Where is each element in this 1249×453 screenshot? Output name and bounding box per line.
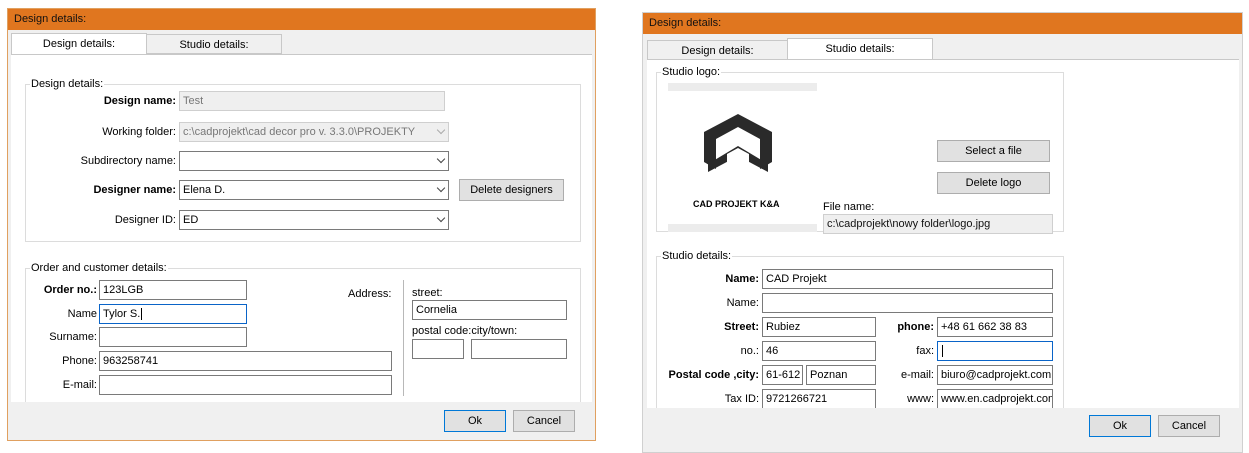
file-name-label: File name:: [823, 201, 875, 213]
select-file-button[interactable]: Select a file: [937, 140, 1050, 162]
tab-design-details[interactable]: Design details:: [647, 40, 788, 60]
designer-name-value: Elena D.: [183, 184, 226, 196]
tax-id-input[interactable]: 9721266721: [762, 389, 876, 409]
name-value: Tylor S.: [103, 308, 141, 320]
surname-input[interactable]: [99, 327, 247, 347]
street-input[interactable]: Cornelia: [412, 300, 567, 320]
chevron-down-icon: [436, 213, 446, 223]
surname-label: Surname:: [49, 331, 97, 343]
studio-name2-label: Name:: [726, 297, 759, 309]
text-cursor: [141, 308, 143, 321]
fax-input[interactable]: [937, 341, 1053, 361]
logo-bottom-bar: [668, 224, 817, 232]
postal-code-input[interactable]: 61-612: [762, 365, 803, 385]
designer-id-select[interactable]: ED: [179, 210, 449, 230]
tab-panel: Studio logo: CAD PROJEKT K&A Select a fi…: [647, 59, 1239, 410]
email-input[interactable]: [99, 375, 392, 395]
city-input[interactable]: Poznan: [806, 365, 876, 385]
ok-button[interactable]: Ok: [1089, 415, 1151, 437]
design-details-dialog-right: Design details: Design details: Studio d…: [642, 12, 1243, 453]
postal-city-label: Postal code ,city:: [668, 369, 759, 381]
tab-label: Design details:: [681, 45, 754, 57]
design-name-label: Design name:: [103, 95, 176, 107]
tab-label: Design details:: [42, 38, 116, 50]
ok-button[interactable]: Ok: [444, 410, 506, 432]
cancel-button[interactable]: Cancel: [513, 410, 575, 432]
logo-caption: CAD PROJEKT K&A: [693, 199, 780, 209]
chevron-down-icon: [436, 183, 446, 193]
name-label: Name: [67, 308, 97, 320]
www-input[interactable]: www.en.cadprojekt.com: [937, 389, 1053, 409]
street-label: street:: [412, 287, 443, 299]
email-label: E-mail:: [62, 379, 97, 391]
postal-code-input[interactable]: [412, 339, 464, 359]
email-input[interactable]: biuro@cadprojekt.com: [937, 365, 1053, 385]
chevron-down-icon: [436, 154, 446, 164]
group-label: Studio logo:: [661, 66, 722, 78]
cad-projekt-logo-icon: [704, 114, 772, 172]
chevron-down-icon: [436, 125, 446, 135]
delete-designers-button[interactable]: Delete designers: [459, 179, 564, 201]
delete-logo-button[interactable]: Delete logo: [937, 172, 1050, 194]
street-label: Street:: [724, 321, 759, 333]
order-no-input[interactable]: 123LGB: [99, 280, 247, 300]
working-folder-select[interactable]: c:\cadprojekt\cad decor pro v. 3.3.0\PRO…: [179, 122, 449, 142]
phone-label: Phone:: [62, 355, 97, 367]
designer-name-label: Designer name:: [93, 184, 176, 196]
text-cursor: [942, 345, 943, 358]
group-label: Studio details:: [661, 250, 733, 262]
tab-studio-details[interactable]: Studio details:: [146, 34, 282, 54]
tab-label: Studio details:: [825, 43, 895, 55]
window-title: Design details:: [643, 13, 1242, 34]
tab-studio-details[interactable]: Studio details:: [787, 38, 933, 60]
group-label: Order and customer details:: [30, 262, 168, 274]
subdirectory-select[interactable]: [179, 151, 449, 171]
number-input[interactable]: 46: [762, 341, 876, 361]
address-label: Address:: [348, 288, 392, 300]
studio-name-input[interactable]: CAD Projekt: [762, 269, 1053, 289]
design-name-input[interactable]: Test: [179, 91, 445, 111]
email-label: e-mail:: [900, 369, 934, 381]
tax-id-label: Tax ID:: [724, 393, 759, 405]
studio-name-label: Name:: [725, 273, 759, 285]
fax-label: fax:: [916, 345, 934, 357]
tab-panel: Design details: Design name: Test Workin…: [11, 54, 592, 405]
address-divider: [403, 280, 404, 396]
dialog-footer: Ok Cancel: [8, 402, 595, 440]
tab-label: Studio details:: [179, 39, 249, 51]
group-label: Design details:: [30, 78, 105, 90]
designer-name-select[interactable]: Elena D.: [179, 180, 449, 200]
phone-input[interactable]: +48 61 662 38 83: [937, 317, 1053, 337]
dialog-footer: Ok Cancel: [643, 408, 1242, 452]
file-name-field: c:\cadprojekt\nowy folder\logo.jpg: [823, 214, 1053, 234]
design-details-dialog-left: Design details: Design details: Studio d…: [7, 8, 596, 441]
logo-top-bar: [668, 83, 817, 91]
cancel-button[interactable]: Cancel: [1158, 415, 1220, 437]
subdirectory-label: Subdirectory name:: [80, 155, 176, 167]
postal-city-label: postal code:city/town:: [412, 325, 518, 337]
order-no-label: Order no.:: [43, 284, 97, 296]
studio-name2-input[interactable]: [762, 293, 1053, 313]
window-title: Design details:: [8, 9, 595, 30]
phone-label: phone:: [897, 321, 934, 333]
street-input[interactable]: Rubiez: [762, 317, 876, 337]
studio-logo-image: [694, 110, 782, 190]
working-folder-value: c:\cadprojekt\cad decor pro v. 3.3.0\PRO…: [183, 126, 416, 138]
working-folder-label: Working folder:: [102, 126, 176, 138]
number-label: no.:: [740, 345, 759, 357]
city-input[interactable]: [471, 339, 567, 359]
phone-input[interactable]: 963258741: [99, 351, 392, 371]
www-label: www:: [907, 393, 934, 405]
name-input[interactable]: Tylor S.: [99, 304, 247, 324]
designer-id-value: ED: [183, 214, 199, 226]
tab-design-details[interactable]: Design details:: [11, 33, 147, 55]
designer-id-label: Designer ID:: [114, 214, 176, 226]
